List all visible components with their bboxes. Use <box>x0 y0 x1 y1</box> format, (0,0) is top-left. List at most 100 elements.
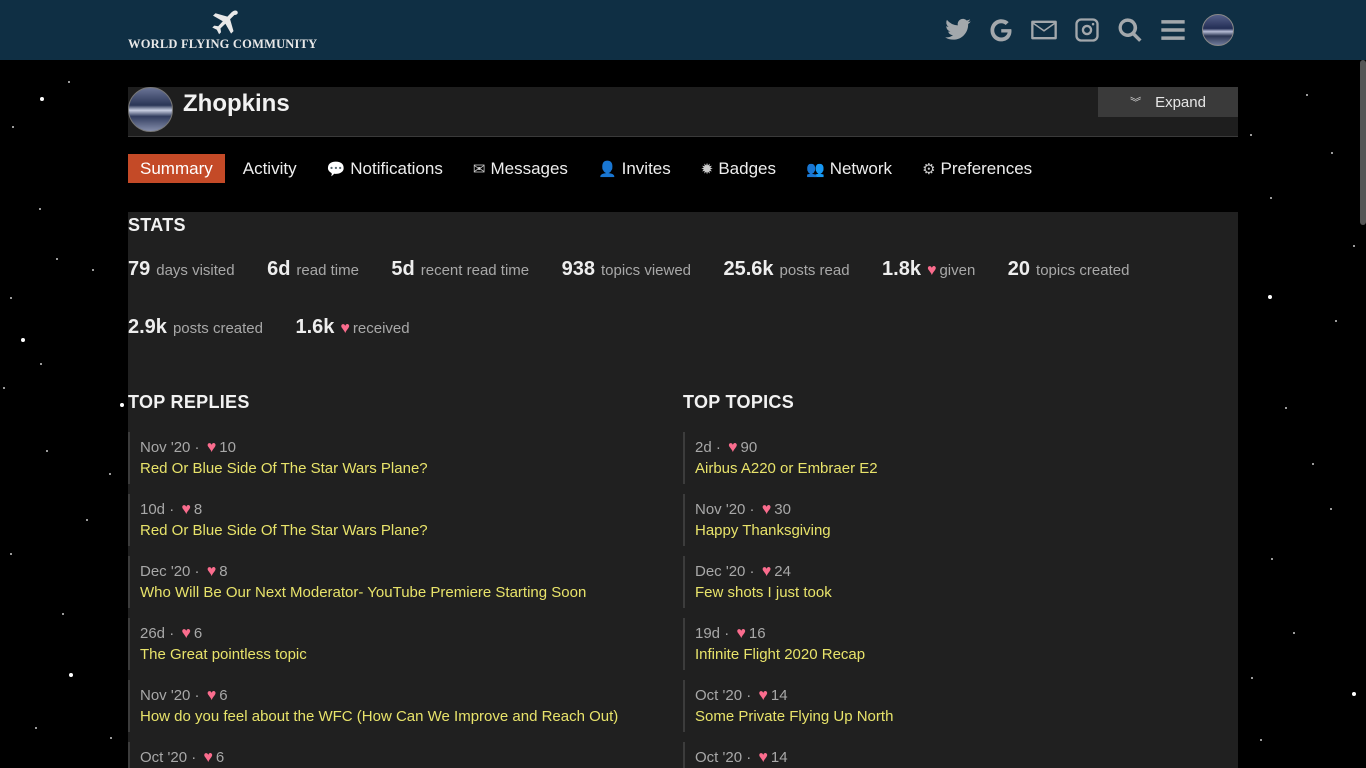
stat-label: received <box>352 320 410 337</box>
item-date: Dec '20 <box>695 563 746 580</box>
current-user-avatar[interactable] <box>1202 14 1234 46</box>
stat-likes-received: 1.6k ♥ received <box>295 316 409 339</box>
stat-read-time: 6d read time <box>267 258 359 281</box>
list-item: Dec '20 · ♥ 24 Few shots I just took <box>683 556 1223 608</box>
stat-label: topics created <box>1036 262 1130 279</box>
separator: · <box>742 749 756 766</box>
item-date: Oct '20 <box>695 749 743 766</box>
user-plus-icon: 👤 <box>597 160 617 178</box>
item-date: Nov '20 <box>695 501 746 518</box>
item-date: 19d <box>695 625 721 642</box>
heart-icon: ♥ <box>926 262 937 279</box>
stat-value: 2.9k <box>128 316 167 338</box>
heart-icon: ♥ <box>181 625 191 642</box>
stat-recent-read-time: 5d recent read time <box>391 258 529 281</box>
twitter-icon[interactable] <box>941 13 975 47</box>
heart-icon: ♥ <box>181 501 191 518</box>
search-icon[interactable] <box>1113 13 1147 47</box>
topic-link[interactable]: Who Will Be Our Next Moderator- YouTube … <box>140 584 586 601</box>
comment-icon: 💬 <box>326 160 346 178</box>
tab-activity[interactable]: Activity <box>231 154 309 183</box>
topic-link[interactable]: Red Or Blue Side Of The Star Wars Plane? <box>140 460 428 477</box>
topic-link[interactable]: Few shots I just took <box>695 584 832 601</box>
list-item: Nov '20 · ♥ 10 Red Or Blue Side Of The Sta… <box>128 432 668 484</box>
item-date: Dec '20 <box>140 563 191 580</box>
topic-link[interactable]: Airbus A220 or Embraer E2 <box>695 460 878 477</box>
envelope-icon[interactable] <box>1027 13 1061 47</box>
tab-preferences[interactable]: ⚙ Preferences <box>910 154 1044 183</box>
tab-label: Network <box>829 158 893 178</box>
stat-days-visited: 79 days visited <box>128 258 235 281</box>
item-likes: 14 <box>770 749 788 766</box>
item-meta: Oct '20 · ♥ 14 <box>695 749 788 767</box>
topic-link[interactable]: Red Or Blue Side Of The Star Wars Plane? <box>140 522 428 539</box>
separator: · <box>742 687 756 704</box>
tab-notifications[interactable]: 💬 Notifications <box>315 154 455 183</box>
badge-icon: ✹ <box>700 160 714 178</box>
item-likes: 6 <box>215 749 225 766</box>
user-avatar[interactable] <box>128 87 173 132</box>
item-meta: 19d · ♥ 16 <box>695 625 766 643</box>
separator: · <box>720 625 734 642</box>
stats-title: STATS <box>128 215 186 235</box>
tab-label: Activity <box>242 158 297 178</box>
item-likes: 6 <box>219 687 228 704</box>
topic-link[interactable]: How do you feel about the WFC (How Can W… <box>140 708 618 725</box>
stat-label: topics viewed <box>600 262 692 279</box>
stat-label: given <box>939 262 976 279</box>
item-meta: Dec '20 · ♥ 8 <box>140 563 228 581</box>
tab-invites[interactable]: 👤 Invites <box>586 154 683 183</box>
heart-icon: ♥ <box>203 749 213 766</box>
list-item: Nov '20 · ♥ 30 Happy Thanksgiving <box>683 494 1223 546</box>
stat-label: days visited <box>156 262 235 279</box>
item-meta: Nov '20 · ♥ 6 <box>140 687 228 705</box>
tab-network[interactable]: 👥 Network <box>794 154 904 183</box>
heart-icon: ♥ <box>761 501 772 518</box>
item-likes: 24 <box>774 563 791 580</box>
google-icon[interactable] <box>984 13 1018 47</box>
stat-label: posts read <box>779 262 850 279</box>
item-meta: Dec '20 · ♥ 24 <box>695 563 791 581</box>
stat-value: 938 <box>561 258 595 280</box>
heart-icon: ♥ <box>758 687 768 704</box>
item-date: 26d <box>140 625 166 642</box>
tab-summary[interactable]: Summary <box>128 154 225 183</box>
tab-label: Badges <box>718 158 777 178</box>
instagram-icon[interactable] <box>1070 13 1104 47</box>
item-likes: 30 <box>774 501 791 518</box>
tab-messages[interactable]: ✉ Messages <box>461 154 580 183</box>
summary-panel: STATS 79 days visited 6d read time 5d recen… <box>128 212 1238 768</box>
topic-link[interactable]: Infinite Flight 2020 Recap <box>695 646 865 663</box>
stat-posts-created: 2.9k posts created <box>128 316 263 339</box>
heart-icon: ♥ <box>761 563 772 580</box>
stat-label: posts created <box>172 320 263 337</box>
airplane-logo-icon <box>212 10 238 35</box>
separator: · <box>165 501 179 518</box>
tab-badges[interactable]: ✹ Badges <box>689 154 788 183</box>
page-scrollbar[interactable] <box>1360 60 1366 225</box>
stat-likes-given: 1.8k ♥ given <box>882 258 975 281</box>
separator: · <box>165 625 179 642</box>
separator: · <box>711 439 726 456</box>
expand-button[interactable]: ︾ Expand <box>1098 87 1238 117</box>
heart-icon: ♥ <box>736 625 746 642</box>
list-item: 10d · ♥ 8 Red Or Blue Side Of The Star War… <box>128 494 668 546</box>
top-replies-title: TOP REPLIES <box>128 392 250 412</box>
hamburger-menu-icon[interactable] <box>1156 13 1190 47</box>
tab-label: Invites <box>621 158 671 178</box>
list-item: Nov '20 · ♥ 6 How do you feel about the WF… <box>128 680 668 732</box>
topic-link[interactable]: The Great pointless topic <box>140 646 307 663</box>
gear-icon: ⚙ <box>922 160 936 178</box>
item-likes: 6 <box>193 625 203 642</box>
top-topics-title: TOP TOPICS <box>683 392 795 412</box>
site-logo[interactable]: WORLD FLYING COMMUNITY <box>128 9 328 51</box>
topic-link[interactable]: Happy Thanksgiving <box>695 522 831 539</box>
list-item: 2d · ♥ 90 Airbus A220 or Embraer E2 <box>683 432 1223 484</box>
top-topics-list: 2d · ♥ 90 Airbus A220 or Embraer E2 Nov '20… <box>683 432 1223 768</box>
stat-value: 79 <box>128 258 151 280</box>
stat-label: read time <box>296 262 359 279</box>
list-item: 19d · ♥ 16 Infinite Flight 2020 Recap <box>683 618 1223 670</box>
topic-link[interactable]: Some Private Flying Up North <box>695 708 893 725</box>
separator: · <box>190 563 204 580</box>
heart-icon: ♥ <box>728 439 738 456</box>
